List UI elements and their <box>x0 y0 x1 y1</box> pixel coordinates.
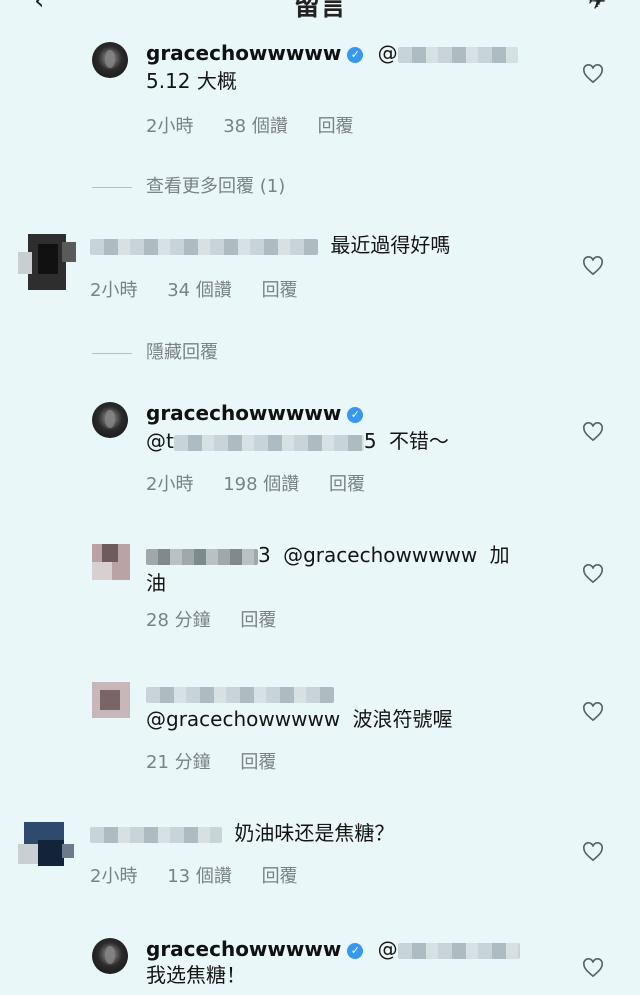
mention[interactable]: @gracechowwwww <box>146 707 340 731</box>
heart-icon[interactable] <box>582 702 604 722</box>
reply-button[interactable]: 回覆 <box>262 280 298 301</box>
blurred-username <box>90 826 222 843</box>
like-count[interactable]: 34 個讚 <box>167 280 232 301</box>
view-more-replies[interactable]: 查看更多回覆 (1) <box>92 172 285 198</box>
username[interactable]: gracechowwwww <box>146 41 341 65</box>
comment-time: 2小時 <box>90 866 138 887</box>
heart-icon[interactable] <box>582 256 604 276</box>
comment-time: 2小時 <box>146 474 194 495</box>
avatar[interactable] <box>92 42 128 78</box>
comment-time: 2小時 <box>146 116 194 137</box>
heart-icon[interactable] <box>582 958 604 978</box>
reply-button[interactable]: 回覆 <box>262 866 298 887</box>
avatar[interactable] <box>92 402 128 438</box>
hide-replies[interactable]: 隱藏回覆 <box>92 338 218 364</box>
blurred-username <box>146 686 334 703</box>
like-count[interactable]: 38 個讚 <box>223 116 288 137</box>
page-title: 留言 <box>293 0 346 22</box>
heart-icon[interactable] <box>582 842 604 862</box>
mention[interactable]: @ <box>378 937 398 961</box>
verified-badge-icon: ✓ <box>347 47 364 63</box>
avatar[interactable] <box>92 682 130 718</box>
comment-time: 21 分鐘 <box>146 752 211 773</box>
heart-icon[interactable] <box>582 422 604 442</box>
like-count[interactable]: 198 個讚 <box>223 474 299 495</box>
reply-button[interactable]: 回覆 <box>240 610 276 631</box>
verified-badge-icon: ✓ <box>347 943 364 959</box>
comment-text: 奶油味还是焦糖？ <box>234 821 395 845</box>
mention[interactable]: @gracechowwwww <box>283 543 477 567</box>
comment-text: 最近過得好嗎 <box>330 233 451 257</box>
comment-text: 不错～ <box>388 429 449 453</box>
send-icon[interactable]: ✈ <box>588 0 606 15</box>
mention[interactable]: @ <box>378 41 398 65</box>
reply-button[interactable]: 回覆 <box>318 116 354 137</box>
mention[interactable]: @t <box>146 429 174 453</box>
blurred-username <box>90 238 318 255</box>
blurred-username <box>397 46 518 63</box>
avatar[interactable] <box>92 938 128 974</box>
comment-text: 加 <box>489 543 510 567</box>
top-bar: ‹ 留言 ✈ <box>0 0 640 28</box>
heart-icon[interactable] <box>582 64 604 84</box>
comment-text: 5.12 大概 <box>146 69 237 93</box>
username[interactable]: gracechowwwww <box>146 401 341 425</box>
verified-badge-icon: ✓ <box>347 407 364 423</box>
avatar[interactable] <box>92 544 130 580</box>
reply-button[interactable]: 回覆 <box>329 474 365 495</box>
blurred-username <box>146 548 258 565</box>
comment-text-continued: 油 <box>146 571 166 595</box>
comment-text: 我选焦糖！ <box>146 963 246 987</box>
blurred-username <box>397 942 520 959</box>
avatar[interactable] <box>18 822 74 878</box>
comment-text: 波浪符號喔 <box>352 707 453 731</box>
reply-button[interactable]: 回覆 <box>240 752 276 773</box>
avatar[interactable] <box>18 234 76 290</box>
blurred-username <box>173 434 364 451</box>
like-count[interactable]: 13 個讚 <box>167 866 232 887</box>
comment-time: 28 分鐘 <box>146 610 211 631</box>
username[interactable]: gracechowwwww <box>146 937 341 961</box>
heart-icon[interactable] <box>582 564 604 584</box>
comment-time: 2小時 <box>90 280 138 301</box>
